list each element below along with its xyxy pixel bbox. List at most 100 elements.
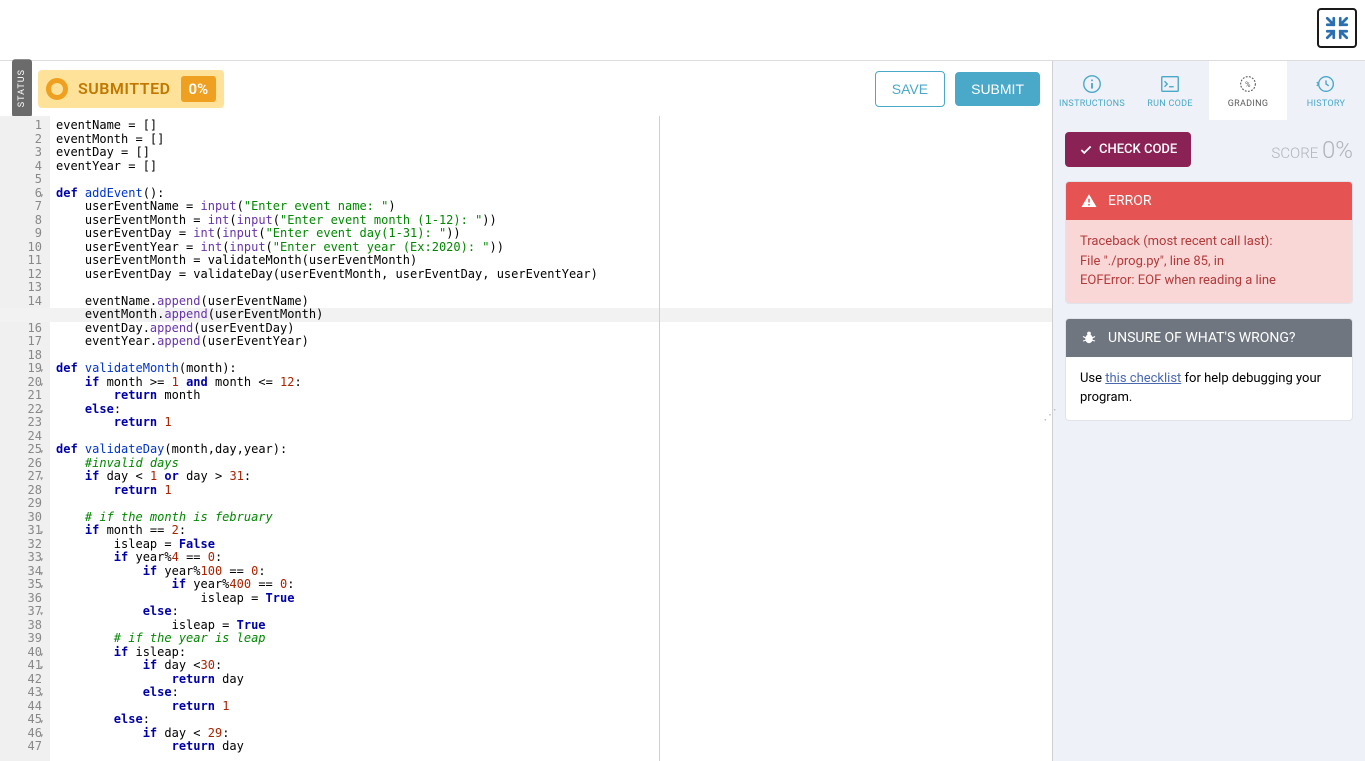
tab-grading[interactable]: % GRADING [1209, 61, 1287, 120]
line-number: 9 [0, 227, 42, 241]
error-line: EOFError: EOF when reading a line [1080, 271, 1338, 291]
code-line[interactable]: return day [56, 740, 1052, 754]
code-line[interactable]: def validateDay(month,day,year): [56, 443, 1052, 457]
line-number: 7 [0, 200, 42, 214]
code-line[interactable]: userEventYear = int(input("Enter event y… [56, 241, 1052, 255]
code-line[interactable]: else: [56, 403, 1052, 417]
collapse-icon [1324, 15, 1350, 41]
unsure-title: UNSURE OF WHAT'S WRONG? [1108, 330, 1296, 346]
code-line[interactable]: else: [56, 686, 1052, 700]
line-number: 43▾ [0, 686, 42, 700]
code-line[interactable] [56, 430, 1052, 444]
code-line[interactable]: userEventName = input("Enter event name:… [56, 200, 1052, 214]
code-line[interactable]: if year%100 == 0: [56, 565, 1052, 579]
unsure-body: Use this checklist for help debugging yo… [1066, 357, 1352, 420]
line-number: 22▾ [0, 403, 42, 417]
submitted-badge: SUBMITTED 0% [38, 70, 224, 108]
status-tab[interactable]: STATUS [12, 59, 32, 117]
line-number: 6▾ [0, 187, 42, 201]
top-bar [0, 0, 1365, 60]
code-line[interactable] [56, 349, 1052, 363]
line-number: 4 [0, 160, 42, 174]
save-button[interactable]: SAVE [875, 71, 945, 107]
code-line[interactable]: if month >= 1 and month <= 12: [56, 376, 1052, 390]
line-number: 36 [0, 592, 42, 606]
code-line[interactable]: if day <30: [56, 659, 1052, 673]
code-editor[interactable]: 123456▾78910111213141516171819▾20▾2122▾2… [0, 116, 1052, 761]
submitted-percent: 0% [181, 76, 217, 102]
line-number: 27▾ [0, 470, 42, 484]
line-number: 28 [0, 484, 42, 498]
tab-history[interactable]: HISTORY [1287, 61, 1365, 120]
line-number: 13 [0, 281, 42, 295]
code-line[interactable]: else: [56, 605, 1052, 619]
line-number: 46▾ [0, 727, 42, 741]
checklist-link[interactable]: this checklist [1105, 371, 1181, 386]
code-line[interactable]: isleap = True [56, 619, 1052, 633]
line-number: 24 [0, 430, 42, 444]
code-line[interactable]: eventMonth.append(userEventMonth) [56, 308, 1052, 322]
code-line[interactable]: userEventDay = int(input("Enter event da… [56, 227, 1052, 241]
code-line[interactable] [56, 497, 1052, 511]
code-line[interactable]: return month [56, 389, 1052, 403]
code-line[interactable]: return 1 [56, 484, 1052, 498]
code-line[interactable]: eventMonth = [] [56, 133, 1052, 147]
code-line[interactable]: return 1 [56, 416, 1052, 430]
code-line[interactable]: if day < 1 or day > 31: [56, 470, 1052, 484]
check-code-button[interactable]: CHECK CODE [1065, 132, 1191, 167]
line-number: 3 [0, 146, 42, 160]
code-line[interactable]: return day [56, 673, 1052, 687]
line-number: 26 [0, 457, 42, 471]
code-line[interactable]: if month == 2: [56, 524, 1052, 538]
code-line[interactable]: eventName.append(userEventName) [56, 295, 1052, 309]
terminal-icon [1159, 73, 1181, 95]
tab-instructions-label: INSTRUCTIONS [1059, 99, 1125, 109]
line-number: 14 [0, 295, 42, 309]
tab-grading-label: GRADING [1228, 99, 1269, 109]
line-number: 39 [0, 632, 42, 646]
code-line[interactable]: userEventMonth = validateMonth(userEvent… [56, 254, 1052, 268]
code-line[interactable]: else: [56, 713, 1052, 727]
line-number: 16 [0, 322, 42, 336]
code-line[interactable]: eventDay.append(userEventDay) [56, 322, 1052, 336]
code-line[interactable]: eventDay = [] [56, 146, 1052, 160]
code-line[interactable] [56, 281, 1052, 295]
code-line[interactable] [56, 173, 1052, 187]
code-line[interactable]: if year%400 == 0: [56, 578, 1052, 592]
code-line[interactable]: def validateMonth(month): [56, 362, 1052, 376]
line-number: 40▾ [0, 646, 42, 660]
fullscreen-toggle-button[interactable] [1317, 8, 1357, 48]
code-line[interactable]: if year%4 == 0: [56, 551, 1052, 565]
code-line[interactable]: isleap = False [56, 538, 1052, 552]
code-line[interactable]: eventName = [] [56, 119, 1052, 133]
code-line[interactable]: #invalid days [56, 457, 1052, 471]
code-line[interactable]: eventYear.append(userEventYear) [56, 335, 1052, 349]
line-number: 38 [0, 619, 42, 633]
code-line[interactable]: return 1 [56, 700, 1052, 714]
error-line: File "./prog.py", line 85, in [1080, 252, 1338, 272]
line-number: 18 [0, 349, 42, 363]
line-number: 33▾ [0, 551, 42, 565]
unsure-text-pre: Use [1080, 371, 1105, 386]
tab-run-code[interactable]: RUN CODE [1131, 61, 1209, 120]
code-line[interactable]: def addEvent(): [56, 187, 1052, 201]
code-line[interactable]: eventYear = [] [56, 160, 1052, 174]
code-line[interactable]: isleap = True [56, 592, 1052, 606]
code-line[interactable]: userEventMonth = int(input("Enter event … [56, 214, 1052, 228]
line-number: 11 [0, 254, 42, 268]
submit-button[interactable]: SUBMIT [955, 72, 1040, 106]
score-value: 0% [1322, 136, 1353, 164]
submitted-label: SUBMITTED [78, 79, 171, 98]
code-line[interactable]: if isleap: [56, 646, 1052, 660]
line-number: 20▾ [0, 376, 42, 390]
code-line[interactable]: if day < 29: [56, 727, 1052, 741]
line-number: 17 [0, 335, 42, 349]
line-number: 10 [0, 241, 42, 255]
tab-instructions[interactable]: INSTRUCTIONS [1053, 61, 1131, 120]
code-line[interactable]: # if the year is leap [56, 632, 1052, 646]
code-area[interactable]: eventName = []eventMonth = []eventDay = … [50, 116, 1052, 761]
code-line[interactable]: userEventDay = validateDay(userEventMont… [56, 268, 1052, 282]
line-number: 5 [0, 173, 42, 187]
code-line[interactable]: # if the month is february [56, 511, 1052, 525]
line-number: 32 [0, 538, 42, 552]
